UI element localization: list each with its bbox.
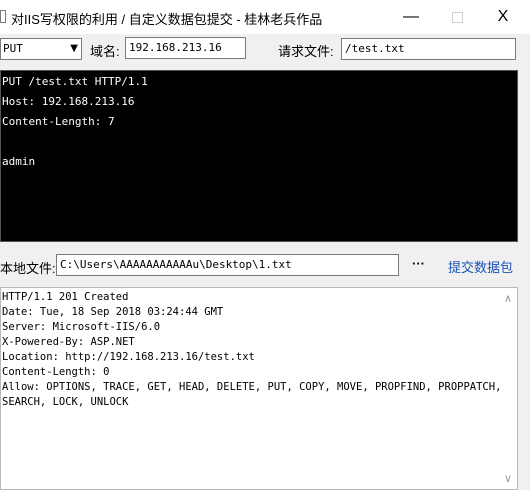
request-line: Content-Length: 7 [2, 115, 115, 128]
response-line: Server: Microsoft-IIS/6.0 [2, 321, 161, 333]
close-button[interactable]: X [480, 0, 526, 34]
request-file-label: 请求文件: [278, 44, 334, 59]
chevron-down-icon[interactable]: ▼ [70, 43, 78, 54]
host-input[interactable]: 192.168.213.16 [125, 37, 246, 59]
response-output[interactable]: HTTP/1.1 201 Created Date: Tue, 18 Sep 2… [0, 287, 518, 490]
window-title: 对IIS写权限的利用 / 自定义数据包提交 - 桂林老兵作品 [11, 12, 323, 27]
arrow-up-icon[interactable]: ∧ [500, 292, 516, 306]
browse-button[interactable]: ··· [412, 256, 425, 271]
request-line: PUT /test.txt HTTP/1.1 [2, 75, 148, 88]
local-file-label: 本地文件: [0, 261, 56, 276]
response-line: Allow: OPTIONS, TRACE, GET, HEAD, DELETE… [2, 381, 502, 393]
response-line: Content-Length: 0 [2, 366, 110, 378]
response-line: Date: Tue, 18 Sep 2018 03:24:44 GMT [2, 306, 224, 318]
minimize-button[interactable]: — [388, 0, 434, 34]
request-packet-editor[interactable]: PUT /test.txt HTTP/1.1 Host: 192.168.213… [0, 70, 518, 242]
local-file-input[interactable]: C:\Users\AAAAAAAAAAAu\Desktop\1.txt [56, 254, 399, 276]
maximize-icon [451, 11, 463, 23]
request-line: admin [2, 155, 36, 168]
minimize-icon: — [403, 8, 419, 25]
response-line: Location: http://192.168.213.16/test.txt [2, 351, 255, 363]
request-file-input[interactable]: /test.txt [341, 38, 516, 60]
arrow-down-icon[interactable]: ∨ [500, 472, 516, 486]
response-line: SEARCH, LOCK, UNLOCK [2, 396, 129, 408]
close-icon: X [497, 8, 509, 25]
method-value: PUT [3, 42, 23, 55]
host-label: 域名: [90, 44, 120, 59]
app-icon [0, 10, 6, 23]
response-line: X-Powered-By: ASP.NET [2, 336, 135, 348]
submit-packet-link[interactable]: 提交数据包 [448, 257, 513, 276]
maximize-button[interactable] [434, 0, 480, 34]
response-line: HTTP/1.1 201 Created [2, 291, 129, 303]
request-line: Host: 192.168.213.16 [2, 95, 135, 108]
method-select[interactable]: PUT ▼ [0, 38, 82, 60]
